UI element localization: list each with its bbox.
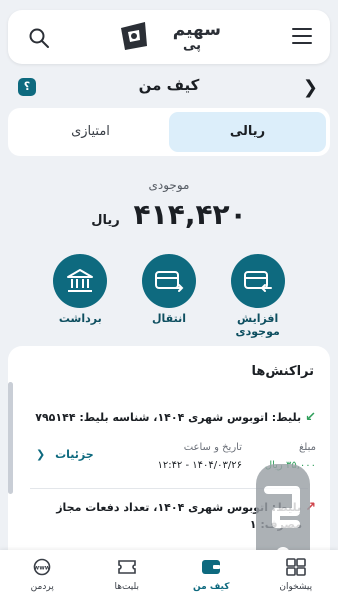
transaction-title-text: بلیط: اتوبوس شهری ۱۴۰۴، شناسه بلیط: ۷۹۵۱… (35, 411, 302, 424)
bottom-navigation: پیشخوان کیف من بلیت‌ها www پردمن (0, 550, 338, 600)
chevron-left-icon: ❮ (36, 448, 46, 461)
details-label: جزئیات (55, 448, 94, 461)
amount-label: مبلغ (298, 442, 316, 453)
transaction-title-text: بلیط: اتوبوس شهری ۱۴۰۴، تعداد دفعات مجاز (56, 501, 302, 514)
transfer-label: انتقال (152, 312, 186, 325)
page-title: کیف من (138, 76, 200, 94)
search-icon[interactable] (28, 27, 50, 49)
withdraw-label: برداشت (58, 312, 102, 325)
nav-web[interactable]: www پردمن (0, 550, 85, 600)
tab-rial[interactable]: ریالی (169, 112, 326, 152)
date-value: ۱۴۰۴/۰۳/۲۶ - ۱۲:۴۲ (157, 460, 242, 471)
tab-points[interactable]: امتیازی (12, 112, 169, 152)
ticket-icon (117, 560, 136, 574)
wallet-actions: افزایش موجودی انتقال برداشت (36, 254, 302, 338)
logo-text: سهیم (172, 20, 221, 40)
nav-web-label: پردمن (30, 582, 54, 592)
amount-value: ۳۵,۰۰۰ ریال (265, 460, 316, 471)
details-link[interactable]: جزئیات ❮ (36, 448, 94, 461)
nav-dashboard-label: پیشخوان (279, 582, 313, 592)
wallet-icon (202, 560, 221, 574)
balance-value: ۴۱۴,۴۲۰ (133, 198, 247, 231)
add-balance-label: افزایش موجودی (235, 312, 280, 338)
menu-icon[interactable] (292, 28, 312, 46)
outgoing-arrow-icon: ↗ (305, 500, 316, 515)
transaction-subtitle: مصرف: ۱ (249, 518, 302, 531)
add-balance-button[interactable]: افزایش موجودی (213, 254, 302, 338)
bank-icon (53, 254, 108, 308)
divider (30, 488, 308, 489)
transfer-button[interactable]: انتقال (125, 254, 214, 325)
date-label: تاریخ و ساعت (183, 442, 242, 453)
logo-subtext: پی (182, 38, 201, 53)
nav-wallet[interactable]: کیف من (169, 550, 254, 600)
www-icon: www (34, 558, 51, 576)
balance-amount: ۴۱۴,۴۲۰ ریال (0, 198, 338, 231)
nav-tickets[interactable]: بلیت‌ها (85, 550, 170, 600)
wallet-in-icon (230, 254, 285, 308)
transaction-title: ↗بلیط: اتوبوس شهری ۱۴۰۴، تعداد دفعات مجا… (56, 500, 316, 515)
app-logo: سهیم پی (117, 16, 221, 58)
page-header: ❯ کیف من ؟ (8, 72, 330, 100)
nav-wallet-label: کیف من (193, 582, 230, 592)
help-icon[interactable]: ؟ (18, 78, 36, 96)
scrollbar[interactable] (8, 382, 13, 494)
dashboard-icon (285, 558, 306, 576)
transfer-icon (141, 254, 196, 308)
wallet-type-tabs: ریالی امتیازی (8, 108, 330, 156)
nav-dashboard[interactable]: پیشخوان (254, 550, 338, 600)
transactions-card: تراکنش‌ها ↙بلیط: اتوبوس شهری ۱۴۰۴، شناسه… (8, 346, 330, 566)
transactions-title: تراکنش‌ها (251, 364, 314, 379)
balance-label: موجودی (148, 178, 190, 192)
logo-mark-icon (121, 22, 147, 50)
nav-tickets-label: بلیت‌ها (114, 582, 140, 592)
incoming-arrow-icon: ↙ (305, 410, 316, 425)
amount-unit: ریال (264, 460, 283, 471)
transaction-title: ↙بلیط: اتوبوس شهری ۱۴۰۴، شناسه بلیط: ۷۹۵… (35, 410, 316, 425)
top-app-bar: سهیم پی (8, 10, 330, 64)
amount-number: ۳۵,۰۰۰ (285, 460, 316, 471)
svg-text:www: www (34, 565, 51, 572)
balance-unit: ریال (91, 213, 120, 228)
withdraw-button[interactable]: برداشت (36, 254, 125, 325)
